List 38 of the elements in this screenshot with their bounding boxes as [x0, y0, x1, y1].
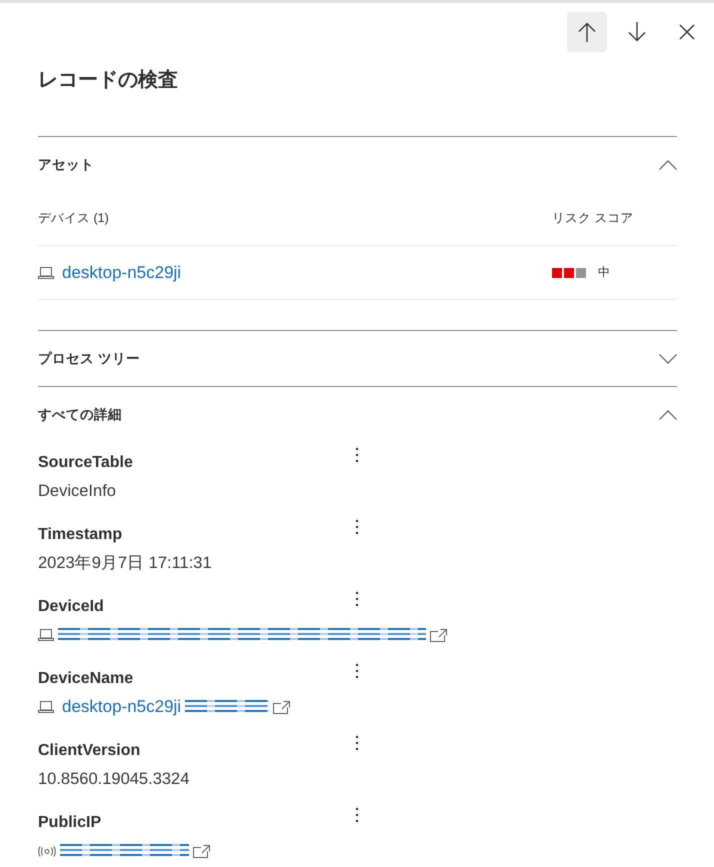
field-name: DeviceName	[38, 669, 134, 689]
external-link-icon[interactable]	[193, 844, 210, 858]
field-name: ClientVersion	[38, 741, 142, 761]
section-header[interactable]: プロセス ツリー	[38, 331, 677, 386]
arrow-up-icon	[578, 22, 596, 42]
field-name: SourceTable	[38, 453, 134, 473]
external-link-icon[interactable]	[273, 700, 290, 714]
field-name: DeviceId	[38, 597, 105, 617]
section-header[interactable]: アセット	[38, 137, 677, 192]
laptop-icon	[38, 266, 54, 278]
risk-square-icon	[552, 268, 562, 278]
column-header: リスク スコア	[552, 210, 634, 227]
broadcast-icon	[38, 846, 56, 856]
column-header: デバイス (1)	[38, 210, 110, 227]
more-icon	[355, 663, 359, 679]
arrow-up-button[interactable]	[567, 12, 607, 52]
more-icon	[355, 591, 359, 607]
risk-square-icon	[564, 268, 574, 278]
field-value: 2023年9月7日 17:11:31	[38, 553, 213, 574]
risk-level-label: 中	[598, 264, 610, 281]
field-value: DeviceInfo	[38, 481, 117, 502]
field-name: PublicIP	[38, 813, 102, 833]
external-link-icon[interactable]	[430, 628, 447, 642]
field-value: 10.8560.19045.3324	[38, 769, 190, 790]
more-icon	[355, 519, 359, 535]
laptop-icon	[38, 701, 54, 713]
laptop-icon	[38, 629, 54, 641]
section-header[interactable]: すべての詳細	[38, 387, 677, 442]
device-link[interactable]: desktop-n5c29ji	[62, 693, 182, 721]
risk-square-icon	[576, 268, 586, 278]
arrow-down-icon	[628, 22, 646, 42]
field-name: Timestamp	[38, 525, 124, 545]
more-icon	[355, 735, 359, 751]
panel-title: レコードの検査	[38, 68, 179, 93]
device-link[interactable]: desktop-n5c29ji	[62, 262, 182, 282]
close-icon	[679, 24, 695, 40]
more-icon	[355, 807, 359, 823]
more-icon	[355, 447, 359, 463]
